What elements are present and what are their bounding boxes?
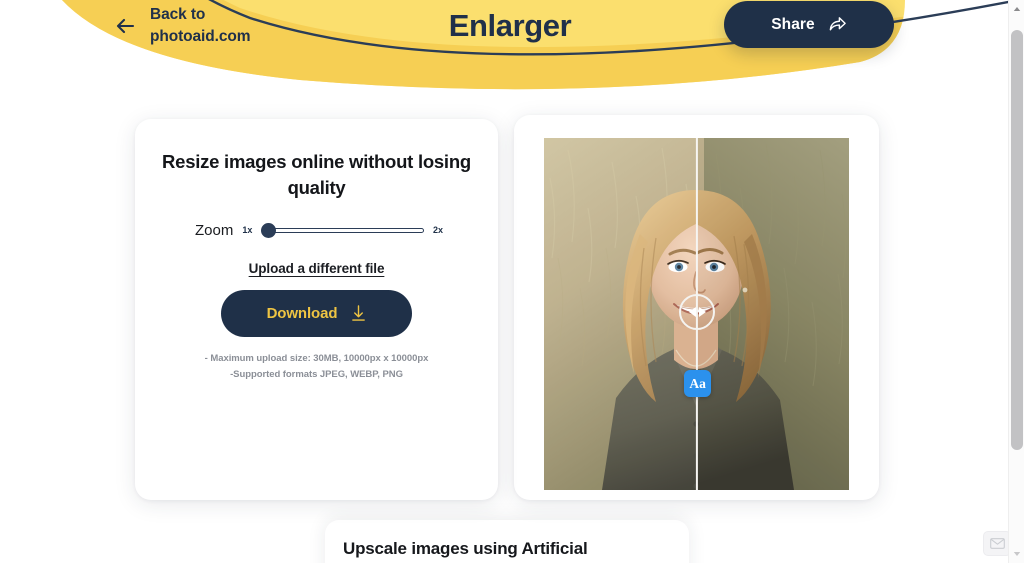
- zoom-slider-thumb[interactable]: [261, 222, 277, 238]
- share-button-label: Share: [771, 15, 815, 33]
- chevron-up-icon: [1013, 7, 1021, 11]
- aa-badge-icon[interactable]: Aa: [684, 370, 712, 398]
- info-card: Upscale images using Artificial: [325, 520, 689, 563]
- arrow-right-icon: [698, 307, 706, 318]
- vertical-scrollbar[interactable]: [1008, 0, 1024, 563]
- arrow-left-icon: [688, 307, 696, 318]
- zoom-max-tick: 2x: [432, 225, 443, 235]
- download-button-label: Download: [266, 305, 338, 322]
- scrollbar-thumb[interactable]: [1011, 30, 1023, 450]
- zoom-min-tick: 1x: [242, 225, 253, 235]
- zoom-label: Zoom: [195, 221, 234, 239]
- back-to-photoaid-link[interactable]: Back to photoaid.com: [112, 4, 251, 49]
- arrow-left-icon: [116, 19, 135, 34]
- zoom-slider[interactable]: [261, 221, 424, 239]
- image-preview-card: Aa: [514, 115, 879, 500]
- info-card-heading: Upscale images using Artificial: [343, 539, 588, 558]
- download-arrow-icon: [352, 305, 366, 321]
- resize-tool-card: Resize images online without losing qual…: [135, 119, 498, 500]
- scroll-up-icon[interactable]: [1009, 0, 1024, 18]
- page-title: Free Online AI Image Enlarger: [448, 8, 572, 44]
- envelope-glyph-icon: [989, 538, 1005, 549]
- scroll-down-icon[interactable]: [1009, 545, 1024, 563]
- supported-formats-text: -Supported formats JPEG, WEBP, PNG: [230, 368, 403, 380]
- before-after-comparison[interactable]: Aa: [544, 138, 849, 490]
- share-button[interactable]: Share: [724, 1, 894, 48]
- share-arrow-icon: [829, 17, 846, 31]
- download-button[interactable]: Download: [221, 290, 412, 337]
- zoom-slider-track[interactable]: [265, 227, 424, 233]
- page-content: Back to photoaid.com Free Online AI Imag…: [0, 0, 1008, 563]
- browser-viewport: Back to photoaid.com Free Online AI Imag…: [0, 0, 1024, 563]
- chevron-down-icon: [1013, 552, 1021, 556]
- zoom-control-row: Zoom 1x 2x: [195, 217, 443, 243]
- upload-different-file-link[interactable]: Upload a different file: [135, 261, 498, 276]
- mail-widget-icon[interactable]: [983, 531, 1008, 556]
- tool-card-heading: Resize images online without losing qual…: [162, 151, 471, 199]
- back-link-label: Back to photoaid.com: [150, 6, 251, 46]
- upload-constraints: - Maximum upload size: 30MB, 10000px x 1…: [135, 351, 498, 382]
- max-upload-size-text: - Maximum upload size: 30MB, 10000px x 1…: [204, 353, 429, 364]
